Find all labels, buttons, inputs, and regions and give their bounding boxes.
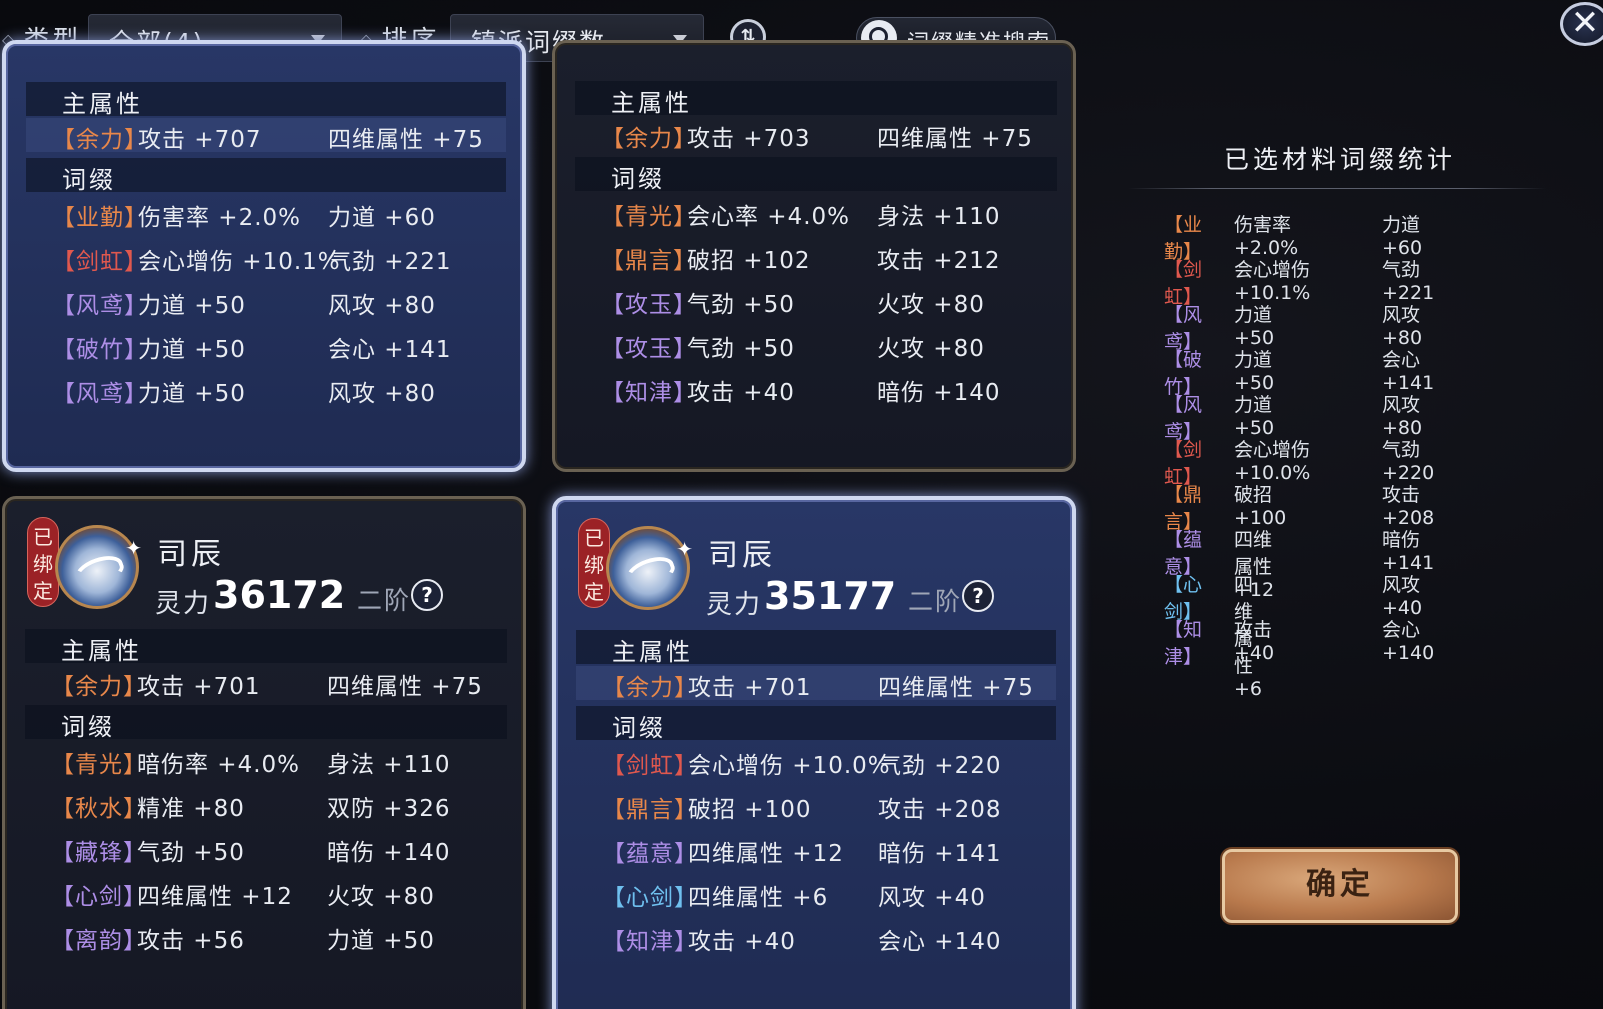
- card-name: 司辰: [708, 538, 776, 573]
- affix-row: 【破竹】 力道 +50 会心 +141: [52, 337, 452, 363]
- main-attr-row: 【余力】 攻击 +703 四维属性 +75: [601, 126, 1033, 152]
- affix-header: 词缀: [575, 157, 1057, 193]
- help-icon[interactable]: ?: [962, 580, 994, 612]
- affix-row: 【藏锋】 气劲 +50 暗伤 +140: [51, 840, 451, 866]
- wave-emblem-icon: ✦: [55, 525, 142, 609]
- main-attr-header: 主属性: [576, 630, 1056, 666]
- bound-badge: 已绑定: [578, 518, 610, 608]
- affix-row: 【青光】 会心率 +4.0% 身法 +110: [601, 204, 1001, 230]
- main-attr-header: 主属性: [26, 82, 506, 118]
- affix-header: 词缀: [25, 705, 507, 741]
- help-icon[interactable]: ?: [411, 579, 443, 611]
- affix-row: 【攻玉】 气劲 +50 火攻 +80: [601, 336, 985, 362]
- equipment-card[interactable]: 主属性 【余力】 攻击 +707 四维属性 +75 词缀 【业勤】 伤害率 +2…: [2, 40, 526, 472]
- tier-label: 二阶: [908, 587, 963, 616]
- affix-row: 【蕴意】 四维属性 +12 暗伤 +141: [602, 841, 1002, 867]
- affix-row: 【风鸢】 力道 +50 风攻 +80: [52, 293, 436, 319]
- affix-row: 【秋水】 精准 +80 双防 +326: [51, 796, 451, 822]
- main-attr-header: 主属性: [575, 81, 1057, 117]
- affix-row: 【剑虹】 会心增伤 +10.1% 气劲 +221: [52, 249, 452, 275]
- affix-row: 【攻玉】 气劲 +50 火攻 +80: [601, 292, 985, 318]
- affix-row: 【知津】 攻击 +40 会心 +140: [602, 929, 1002, 955]
- stats-panel-title: 已选材料词缀统计: [1223, 145, 1456, 174]
- divider: [1128, 188, 1546, 189]
- main-attr-row: 【余力】 攻击 +701 四维属性 +75: [51, 674, 483, 700]
- affix-row: 【鼎言】 破招 +100 攻击 +208: [602, 797, 1002, 823]
- power-label: 灵力: [706, 590, 763, 620]
- main-attr-header: 主属性: [25, 629, 507, 665]
- affix-row: 【风鸢】 力道 +50 风攻 +80: [52, 381, 436, 407]
- affix-row: 【心剑】 四维属性 +12 火攻 +80: [51, 884, 435, 910]
- bound-badge: 已绑定: [27, 517, 59, 607]
- equipment-card[interactable]: 已绑定 ✦ 司辰 灵力 35177 二阶 ? 主属性 【余力】 攻击 +701 …: [552, 496, 1076, 1009]
- affix-header: 词缀: [26, 158, 506, 194]
- tier-label: 二阶: [357, 586, 412, 615]
- equipment-card[interactable]: 主属性 【余力】 攻击 +703 四维属性 +75 词缀 【青光】 会心率 +4…: [552, 40, 1076, 472]
- main-attr-row: 【余力】 攻击 +707 四维属性 +75: [26, 118, 506, 153]
- affix-header: 词缀: [576, 706, 1056, 742]
- affix-row: 【业勤】 伤害率 +2.0% 力道 +60: [52, 205, 436, 231]
- main-attr-row: 【余力】 攻击 +701 四维属性 +75: [576, 666, 1056, 701]
- wave-emblem-icon: ✦: [606, 526, 693, 610]
- confirm-button[interactable]: 确定: [1222, 849, 1458, 923]
- power-value: 36172: [213, 573, 346, 617]
- affix-row: 【鼎言】 破招 +102 攻击 +212: [601, 248, 1001, 274]
- affix-row: 【心剑】 四维属性 +6 风攻 +40: [602, 885, 986, 911]
- close-icon[interactable]: ✕: [1560, 2, 1603, 46]
- affix-row: 【青光】 暗伤率 +4.0% 身法 +110: [51, 752, 451, 778]
- affix-row: 【知津】 攻击 +40 暗伤 +140: [601, 380, 1001, 406]
- affix-row: 【离韵】 攻击 +56 力道 +50: [51, 928, 435, 954]
- power-value: 35177: [764, 574, 897, 618]
- power-label: 灵力: [155, 589, 212, 619]
- equipment-card[interactable]: 已绑定 ✦ 司辰 灵力 36172 二阶 ? 主属性 【余力】 攻击 +701 …: [2, 496, 526, 1009]
- card-name: 司辰: [157, 537, 225, 572]
- affix-row: 【剑虹】 会心增伤 +10.0% 气劲 +220: [602, 753, 1002, 779]
